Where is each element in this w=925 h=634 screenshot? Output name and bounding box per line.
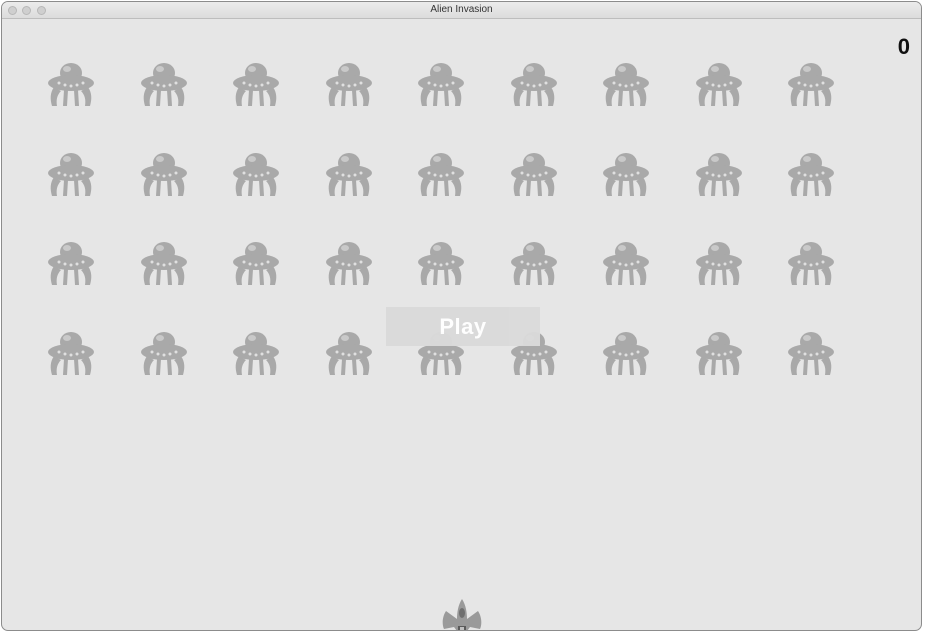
- window-title: Alien Invasion: [430, 4, 493, 15]
- alien-icon: [233, 331, 279, 375]
- alien-icon: [48, 331, 94, 375]
- game-area: 0 Play: [2, 19, 921, 630]
- alien-icon: [418, 152, 464, 196]
- alien-icon: [418, 63, 464, 106]
- alien-icon: [233, 152, 279, 196]
- alien-icon: [603, 63, 649, 106]
- alien-icon: [788, 63, 834, 106]
- alien-icon: [788, 242, 834, 285]
- alien-icon: [140, 242, 187, 285]
- alien-icon: [233, 242, 279, 285]
- alien-icon: [325, 63, 372, 106]
- alien-icon: [695, 331, 742, 375]
- alien-icon: [48, 63, 94, 106]
- alien-icon: [788, 152, 834, 196]
- alien-icon: [140, 152, 187, 196]
- alien-icon: [325, 152, 372, 196]
- alien-icon: [140, 63, 187, 106]
- alien-icon: [788, 331, 834, 375]
- alien-icon: [510, 152, 557, 196]
- alien-icon: [510, 63, 557, 106]
- alien-icon: [695, 63, 742, 106]
- alien-icon: [48, 242, 94, 285]
- alien-icon: [233, 63, 279, 106]
- alien-icon: [603, 242, 649, 285]
- score-display: 0: [897, 34, 910, 59]
- alien-icon: [510, 242, 557, 285]
- game-window: Alien Invasion 0 Play: [1, 1, 922, 631]
- alien-icon: [48, 152, 94, 196]
- alien-icon: [325, 331, 372, 375]
- alien-icon: [695, 152, 742, 196]
- alien-icon: [325, 242, 372, 285]
- alien-icon: [603, 331, 649, 375]
- alien-icon: [418, 242, 464, 285]
- alien-icon: [603, 152, 649, 196]
- title-bar: Alien Invasion: [2, 2, 921, 19]
- alien-icon: [695, 242, 742, 285]
- alien-icon: [140, 331, 187, 375]
- player-ship-icon: [442, 599, 482, 630]
- play-button[interactable]: Play: [386, 307, 540, 346]
